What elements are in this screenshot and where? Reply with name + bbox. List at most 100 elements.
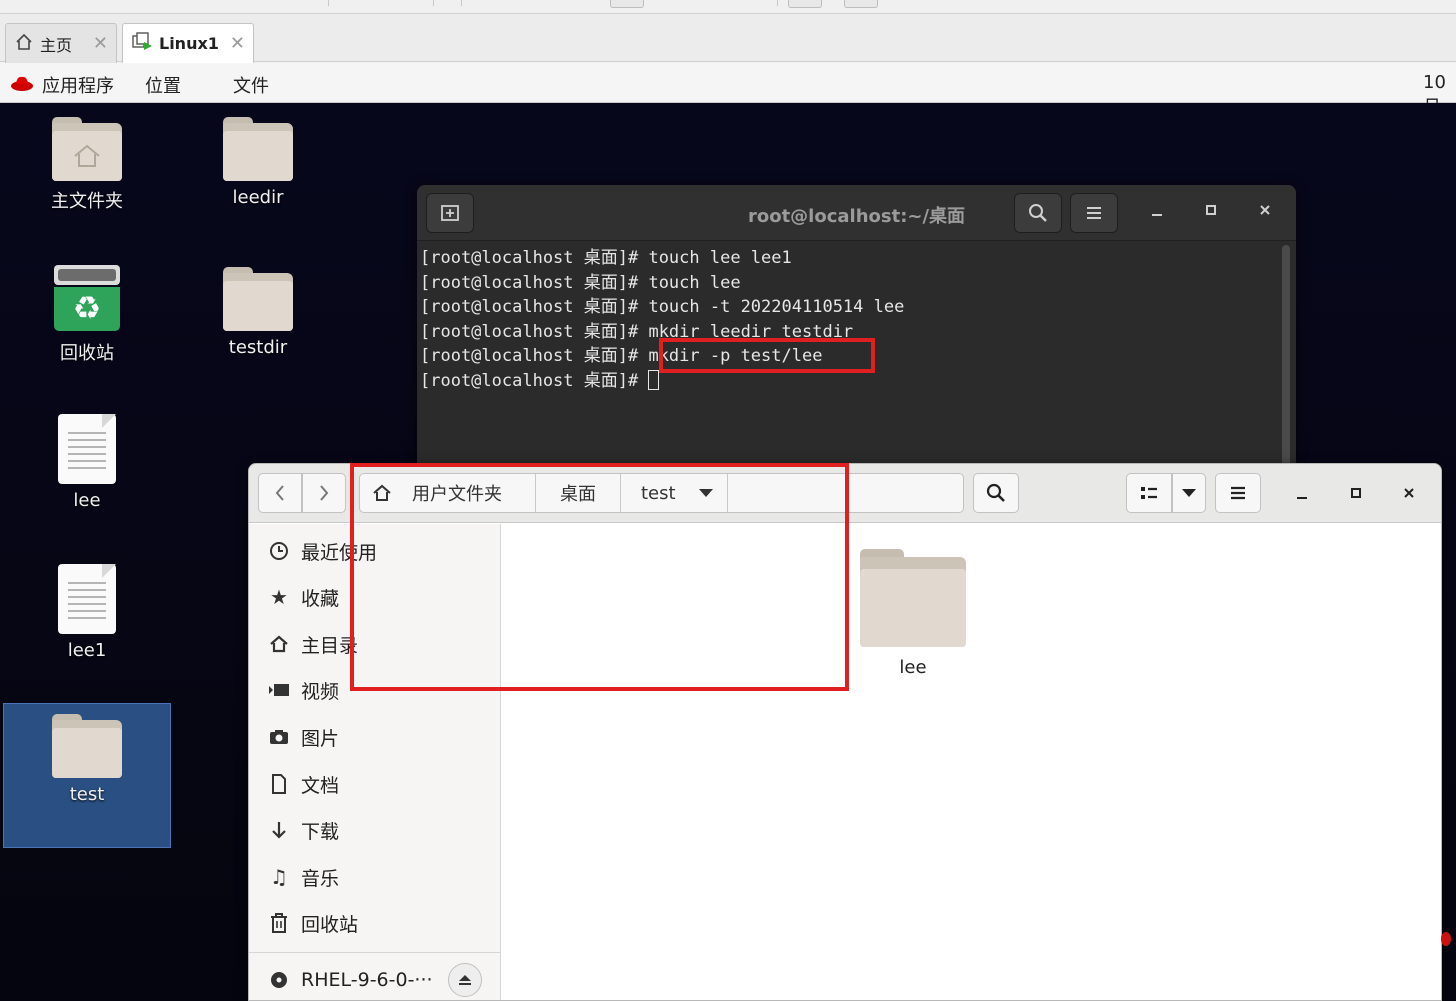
sidebar-divider	[249, 952, 501, 953]
menu-button[interactable]	[1070, 193, 1118, 233]
maximize-button[interactable]	[1344, 484, 1368, 505]
maximize-button[interactable]	[1199, 201, 1223, 222]
chevron-down-icon	[1182, 489, 1196, 497]
minimize-icon	[1297, 497, 1307, 499]
folder-icon	[223, 267, 293, 331]
sidebar-item-label: 收藏	[301, 587, 340, 610]
sidebar-item-home[interactable]: 主目录	[267, 629, 358, 659]
desktop-icon-lee[interactable]: lee	[27, 414, 147, 511]
tab-linux1[interactable]: Linux1 ✕	[122, 23, 254, 63]
text-cursor	[648, 369, 660, 390]
vm-icon	[131, 31, 153, 56]
toolbar-button[interactable]	[788, 0, 822, 8]
desktop-icon-lee1[interactable]: lee1	[27, 564, 147, 661]
desktop-icon-testdir[interactable]: testdir	[198, 267, 318, 358]
document-icon	[58, 564, 116, 634]
desktop-icon-label: test	[69, 784, 105, 805]
disc-icon	[267, 971, 291, 989]
gnome-top-bar: 应用程序 位置 文件 10月	[0, 63, 1456, 118]
eject-button[interactable]	[448, 963, 482, 997]
sidebar-item-label: RHEL-9-6-0-···	[301, 969, 433, 991]
desktop-icon-trash[interactable]: ♻ 回收站	[27, 265, 147, 365]
camera-icon	[267, 729, 291, 745]
terminal-line: [root@localhost 桌面]#	[420, 370, 649, 391]
minimize-button[interactable]	[1145, 201, 1169, 222]
close-icon	[1404, 488, 1414, 498]
highlight-folder-box	[350, 463, 849, 691]
tab-home[interactable]: 主页 ✕	[5, 23, 117, 63]
forward-button[interactable]	[302, 473, 346, 513]
sidebar-item-label: 回收站	[301, 913, 359, 936]
search-button[interactable]	[1014, 193, 1062, 233]
minimize-icon	[1152, 214, 1162, 216]
close-icon[interactable]: ✕	[230, 33, 245, 54]
sidebar-item-trash[interactable]: 回收站	[267, 908, 358, 938]
terminal-line: [root@localhost 桌面]# touch lee	[420, 272, 741, 293]
files-menu[interactable]: 文件	[233, 72, 269, 98]
home-folder-icon	[52, 117, 122, 181]
document-icon	[58, 414, 116, 484]
desktop-icon-test[interactable]: test	[3, 703, 171, 848]
sidebar-item-music[interactable]: ♫ 音乐	[267, 862, 339, 892]
sidebar-item-downloads[interactable]: 下载	[267, 815, 339, 845]
sidebar-item-videos[interactable]: 视频	[267, 675, 339, 705]
document-icon	[267, 774, 291, 794]
sidebar-item-label: 图片	[301, 727, 340, 750]
desktop-icon-label: 回收站	[60, 343, 114, 364]
sidebar-item-label: 视频	[301, 680, 340, 703]
chevron-right-icon	[320, 485, 329, 501]
maximize-icon	[1206, 205, 1216, 215]
close-button[interactable]	[1253, 201, 1277, 222]
close-button[interactable]	[1397, 484, 1421, 505]
desktop-icon-label: testdir	[228, 337, 288, 358]
view-options-button[interactable]	[1172, 473, 1206, 513]
scrollbar[interactable]	[1282, 245, 1290, 475]
back-button[interactable]	[258, 473, 302, 513]
folder-icon	[223, 117, 293, 181]
search-icon	[1029, 204, 1047, 222]
toolbar-button[interactable]	[844, 0, 878, 8]
minimize-button[interactable]	[1290, 484, 1314, 505]
terminal-window[interactable]: root@localhost:~/桌面 [root@localhost 桌面]#…	[417, 185, 1296, 475]
folder-icon	[52, 714, 122, 778]
file-item-label: lee	[899, 657, 927, 678]
toolbar-button[interactable]	[610, 0, 644, 8]
applications-menu[interactable]: 应用程序	[42, 72, 114, 98]
hamburger-icon	[1231, 486, 1245, 500]
trash-icon: ♻	[54, 265, 120, 333]
music-icon: ♫	[270, 865, 288, 889]
terminal-line: [root@localhost 桌面]# touch lee lee1	[420, 248, 792, 268]
sidebar-item-label: 音乐	[301, 867, 340, 890]
download-icon	[267, 820, 291, 840]
terminal-headerbar: root@localhost:~/桌面	[417, 185, 1296, 241]
file-item-lee[interactable]: lee	[853, 549, 973, 678]
vmware-tab-bar: 主页 ✕ Linux1 ✕	[0, 14, 1456, 63]
desktop-icon-leedir[interactable]: leedir	[198, 117, 318, 208]
list-view-icon	[1141, 487, 1157, 499]
terminal-line: [root@localhost 桌面]# touch -t 2022041105…	[420, 297, 905, 318]
sidebar-item-device[interactable]: RHEL-9-6-0-···	[267, 965, 433, 995]
view-list-button[interactable]	[1126, 473, 1172, 513]
desktop-icon-label: leedir	[232, 187, 284, 208]
folder-icon	[860, 549, 966, 647]
highlight-command-box	[659, 338, 875, 373]
desktop-icon-home[interactable]: 主文件夹	[27, 117, 147, 213]
sidebar-item-documents[interactable]: 文档	[267, 769, 339, 799]
maximize-icon	[1351, 488, 1361, 498]
menu-button[interactable]	[1215, 473, 1261, 513]
search-icon	[986, 483, 1005, 502]
close-icon[interactable]: ✕	[93, 33, 108, 54]
sidebar-item-label: 下载	[301, 820, 340, 843]
sidebar-item-starred[interactable]: ★ 收藏	[267, 582, 339, 612]
home-icon	[267, 635, 291, 653]
cursor-marker	[1441, 932, 1451, 946]
sidebar-item-pictures[interactable]: 图片	[267, 722, 339, 752]
clock-icon	[267, 541, 291, 561]
trash-icon	[267, 913, 291, 933]
redhat-icon	[10, 74, 34, 97]
close-icon	[1260, 205, 1270, 215]
places-menu[interactable]: 位置	[145, 72, 181, 98]
search-button[interactable]	[973, 473, 1019, 513]
tab-label: 主页	[40, 35, 73, 55]
vmware-toolbar-strip	[0, 0, 1456, 14]
